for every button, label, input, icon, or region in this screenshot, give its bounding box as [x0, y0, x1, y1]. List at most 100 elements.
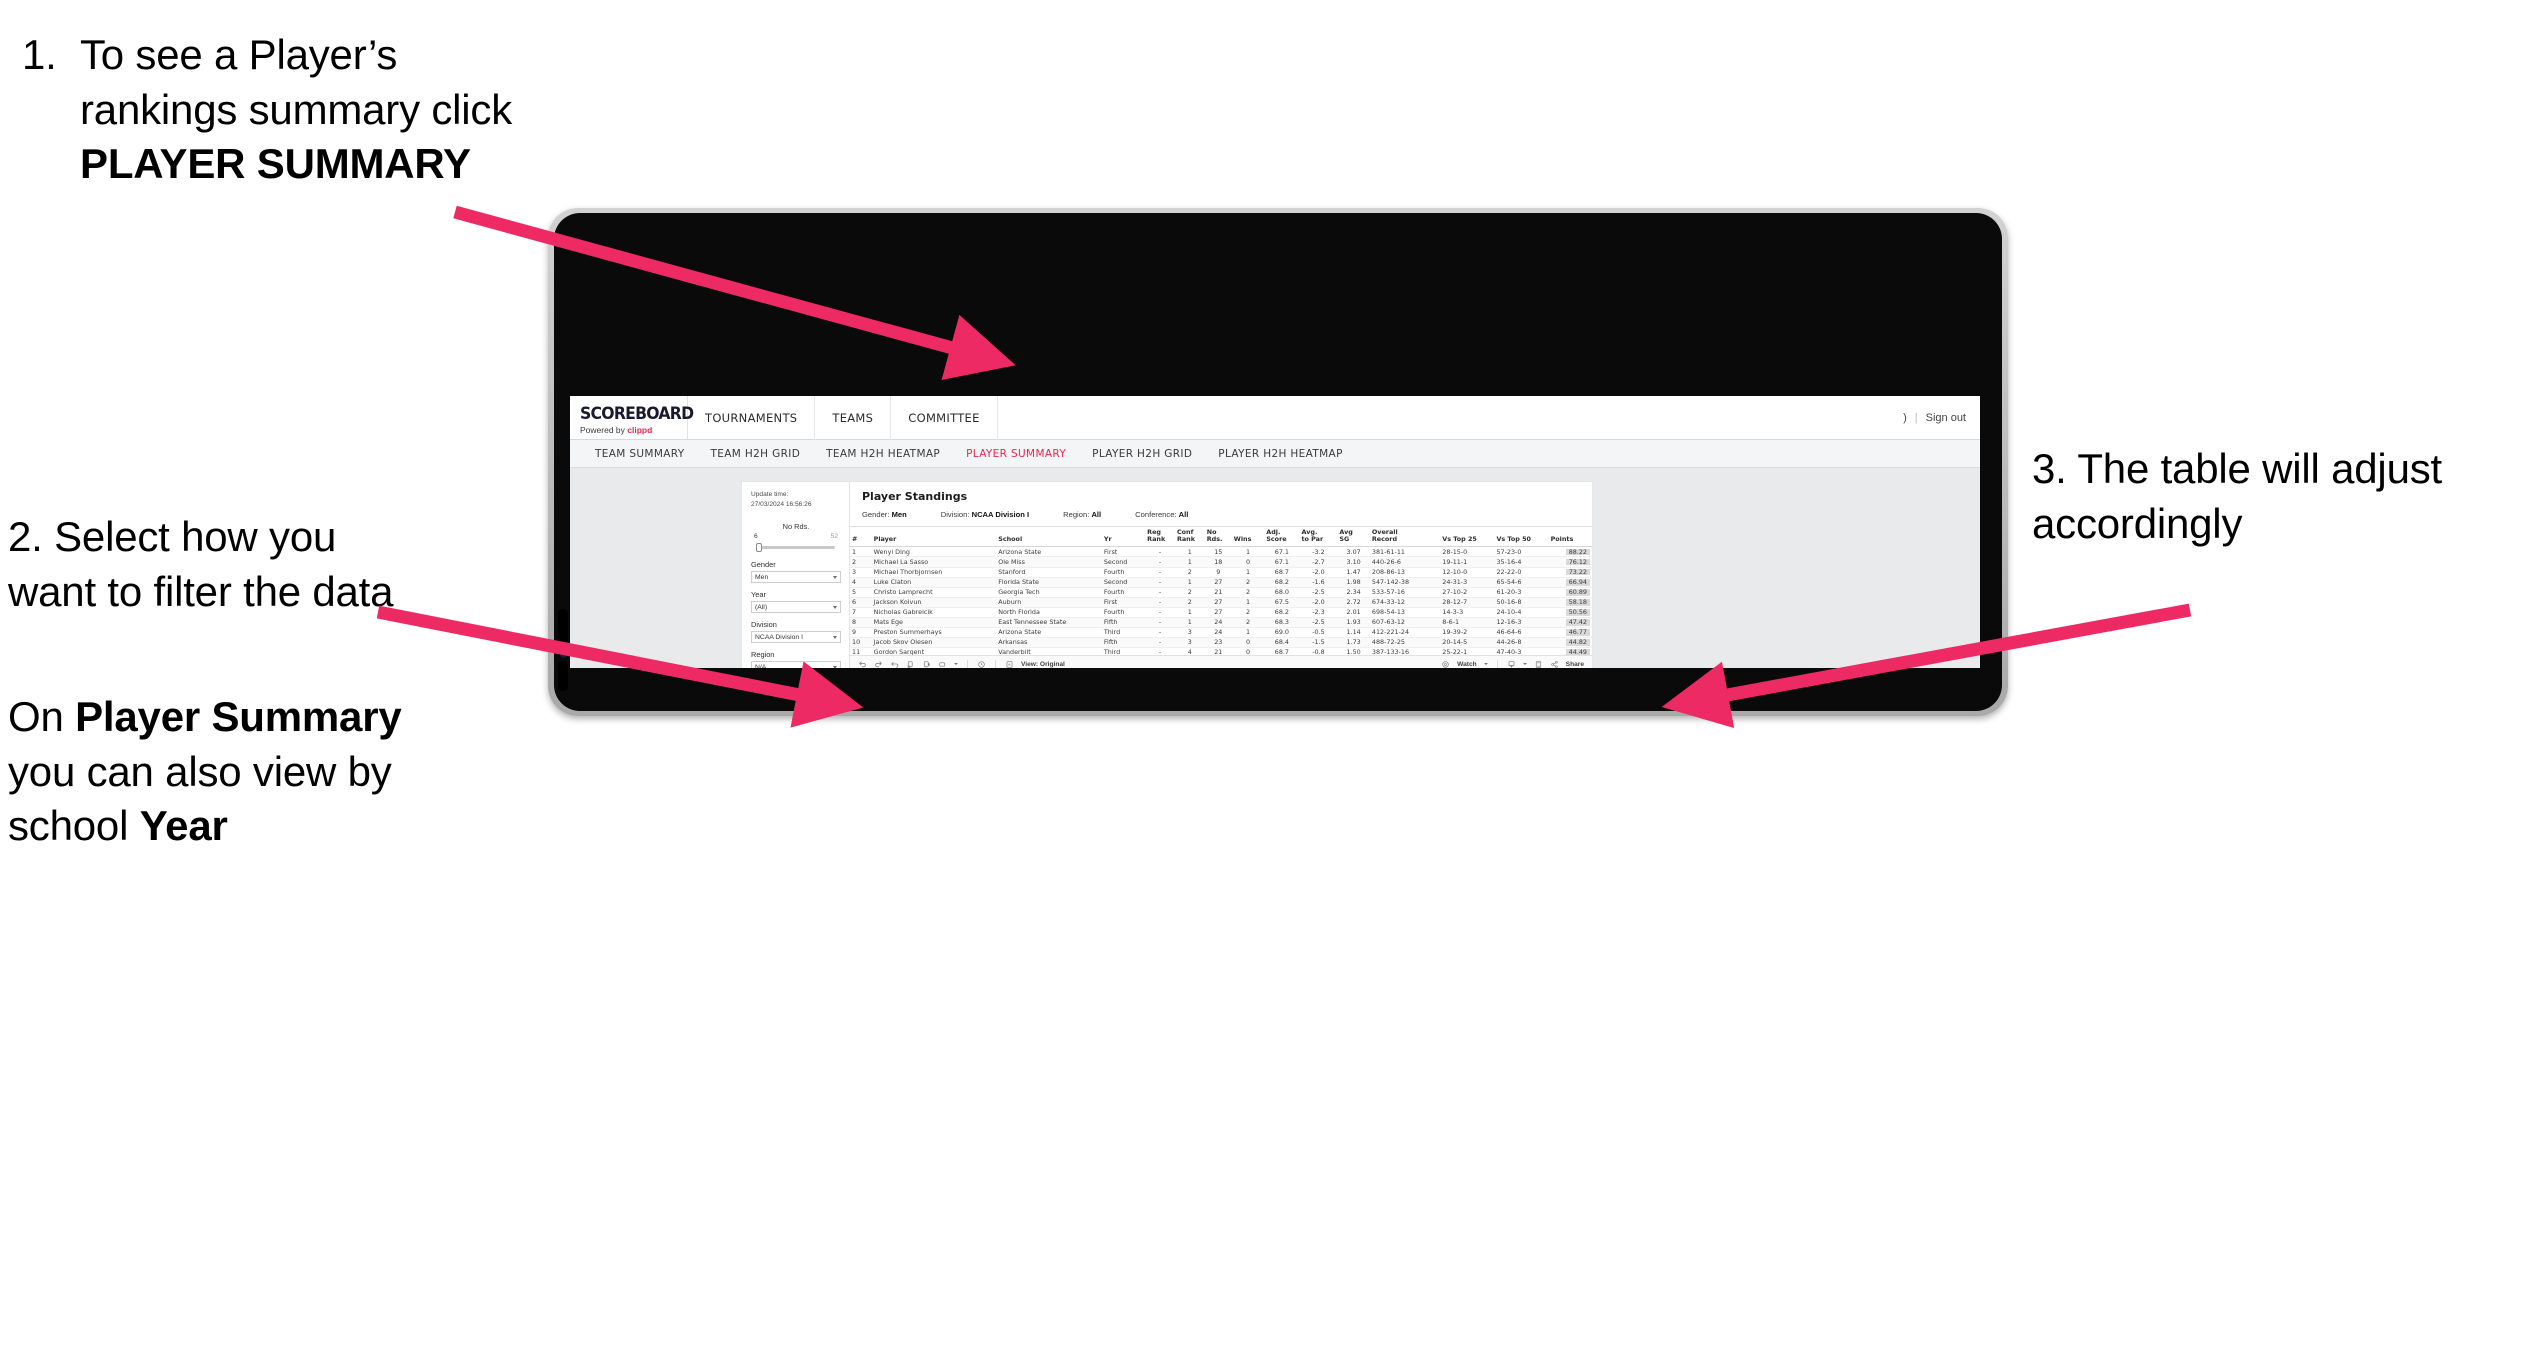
no-rounds-filter: No Rds. 6 52	[751, 522, 841, 553]
table-cell: 12-16-3	[1494, 617, 1549, 629]
table-cell: 9	[1204, 567, 1232, 578]
table-row[interactable]: 1 Wenyi Ding Arizona State First -1 15 1 67.1 -3…	[850, 546, 1592, 558]
active-filter-summary: Gender: Men Division: NCAA Division I Re…	[850, 503, 1592, 527]
table-row[interactable]: 3 Michael Thorbjornsen Stanford Fourth -2 9 1 6…	[850, 567, 1592, 578]
no-rounds-label: No Rds.	[782, 522, 810, 532]
table-cell: 68.3	[1264, 617, 1300, 629]
table-row[interactable]: 11 Gordon Sargent Vanderbilt Third -4 21 0 68.7…	[850, 647, 1592, 655]
table-cell: -	[1145, 597, 1175, 608]
col-player[interactable]: Player	[871, 527, 997, 548]
nav-item-committee[interactable]: COMMITTEE	[891, 396, 998, 440]
tab-team-h2h-heatmap[interactable]: TEAM H2H HEATMAP	[813, 448, 953, 460]
col-avg-to-par[interactable]: Avg. to Par	[1299, 527, 1338, 548]
table-row[interactable]: 4 Luke Claton Florida State Second -1 27 2 68.2…	[850, 577, 1592, 588]
col-yr[interactable]: Yr	[1101, 527, 1146, 548]
table-cell: 46.77	[1548, 627, 1592, 639]
col-no-rds[interactable]: No Rds.	[1204, 527, 1232, 548]
table-cell: First	[1101, 597, 1146, 608]
tab-player-h2h-grid[interactable]: PLAYER H2H GRID	[1079, 448, 1205, 460]
col-school[interactable]: School	[996, 527, 1102, 548]
table-cell: 2.01	[1337, 607, 1370, 619]
fullscreen-icon[interactable]	[1534, 660, 1543, 669]
tab-player-summary[interactable]: PLAYER SUMMARY	[953, 448, 1079, 460]
col-wins[interactable]: Wins	[1231, 527, 1265, 548]
share-icon[interactable]	[1550, 660, 1559, 669]
table-cell: Fourth	[1101, 607, 1146, 619]
watch-label[interactable]: Watch	[1457, 661, 1477, 668]
history-icon[interactable]	[977, 660, 986, 669]
brand-logo[interactable]: SCOREBOARD Powered by clippd	[570, 396, 694, 439]
table-row[interactable]: 6 Jackson Koivun Auburn First -2 27 1 67.5 -2.0 2…	[850, 597, 1592, 608]
share-label[interactable]: Share	[1566, 661, 1584, 668]
table-cell: -0.5	[1299, 627, 1338, 639]
nav-item-teams[interactable]: TEAMS	[815, 396, 892, 440]
col-vs-top-25[interactable]: Vs Top 25	[1440, 527, 1495, 548]
slider-thumb[interactable]	[756, 543, 762, 553]
revert-icon[interactable]	[890, 660, 899, 669]
table-row[interactable]: 9 Preston Summerhays Arizona State Third -3 2…	[850, 627, 1592, 639]
points-value: 44.49	[1565, 649, 1590, 655]
col-reg-rank[interactable]: Reg Rank	[1145, 527, 1175, 548]
table-cell: 440-26-6	[1369, 556, 1441, 568]
table-cell: 57-23-0	[1494, 546, 1549, 558]
summary-filter-division: Division: NCAA Division I	[941, 510, 1029, 519]
col-conf-rank[interactable]: Conf Rank	[1174, 527, 1205, 548]
filter-gender-value: Men	[755, 573, 769, 581]
table-cell: Fourth	[1101, 587, 1146, 598]
redo-icon[interactable]	[874, 660, 883, 669]
table-cell: 8	[850, 617, 872, 629]
tab-team-h2h-grid[interactable]: TEAM H2H GRID	[698, 448, 814, 460]
table-cell: Wenyi Ding	[871, 546, 997, 558]
device-layout-icon[interactable]	[938, 660, 947, 669]
table-cell: 21	[1204, 647, 1232, 655]
filter-year-select[interactable]: (All)	[751, 601, 841, 614]
points-value: 66.94	[1565, 579, 1590, 586]
col-overall-record[interactable]: Overall Record	[1369, 527, 1441, 548]
table-cell: 2.34	[1337, 587, 1370, 598]
standings-table-wrapper[interactable]: # Player School Yr Reg Rank Conf Rank No Rd…	[850, 527, 1592, 655]
tab-team-summary[interactable]: TEAM SUMMARY	[582, 448, 698, 460]
undo-icon[interactable]	[858, 660, 867, 669]
chevron-down-icon[interactable]	[1483, 663, 1488, 665]
col-avg-sg[interactable]: Avg SG	[1337, 527, 1370, 548]
table-cell: 488-72-25	[1369, 637, 1441, 649]
table-row[interactable]: 2 Michael La Sasso Ole Miss Second -1 18 0 67.1…	[850, 556, 1592, 568]
app-screen: SCOREBOARD Powered by clippd TOURNAMENTS…	[570, 396, 1980, 668]
view-label[interactable]: View: Original	[1021, 661, 1065, 668]
watch-icon[interactable]	[1441, 660, 1450, 669]
table-cell: Third	[1101, 627, 1146, 639]
table-cell: 67.5	[1264, 597, 1300, 608]
chevron-down-icon[interactable]	[954, 663, 958, 665]
col-adj-score[interactable]: Adj. Score	[1264, 527, 1300, 548]
table-row[interactable]: 7 Nicholas Gabrelcik North Florida Fourth -1…	[850, 607, 1592, 619]
table-cell: Jacob Skov Olesen	[871, 637, 997, 649]
table-cell: Preston Summerhays	[871, 627, 997, 639]
filter-region-select[interactable]: N/A	[751, 661, 841, 668]
col-points[interactable]: Points	[1548, 527, 1592, 548]
table-cell: Fourth	[1101, 567, 1146, 578]
refresh-icon[interactable]	[906, 660, 915, 669]
table-cell: Second	[1101, 556, 1146, 568]
table-row[interactable]: 10 Jacob Skov Olesen Arkansas Fifth -3 23 0 68.…	[850, 637, 1592, 649]
chevron-down-icon[interactable]	[1522, 663, 1527, 665]
table-cell: 1.47	[1337, 567, 1370, 578]
no-rounds-slider[interactable]	[751, 541, 841, 553]
col-vs-top-50[interactable]: Vs Top 50	[1494, 527, 1549, 548]
filter-gender-select[interactable]: Men	[751, 571, 841, 584]
table-row[interactable]: 8 Mats Ege East Tennessee State Fifth -1 24 2 6…	[850, 617, 1592, 629]
annotation-step-1: 1. To see a Player’s rankings summary cl…	[22, 28, 542, 192]
table-row[interactable]: 5 Christo Lamprecht Georgia Tech Fourth -2 21…	[850, 587, 1592, 598]
view-icon[interactable]	[1005, 660, 1014, 669]
nav-item-tournaments[interactable]: TOURNAMENTS	[688, 396, 816, 440]
sign-out-link[interactable]: Sign out	[1926, 412, 1966, 424]
table-cell: 46-64-6	[1494, 627, 1549, 639]
col-rank[interactable]: #	[850, 527, 872, 548]
filter-division-select[interactable]: NCAA Division I	[751, 631, 841, 644]
table-cell: -3.2	[1299, 546, 1338, 558]
table-cell: 67.1	[1264, 546, 1300, 558]
download-icon[interactable]	[1507, 660, 1516, 669]
primary-nav: TOURNAMENTS TEAMS COMMITTEE	[688, 396, 998, 440]
pause-icon[interactable]	[922, 660, 931, 669]
table-cell: 2.72	[1337, 597, 1370, 608]
tab-player-h2h-heatmap[interactable]: PLAYER H2H HEATMAP	[1205, 448, 1355, 460]
